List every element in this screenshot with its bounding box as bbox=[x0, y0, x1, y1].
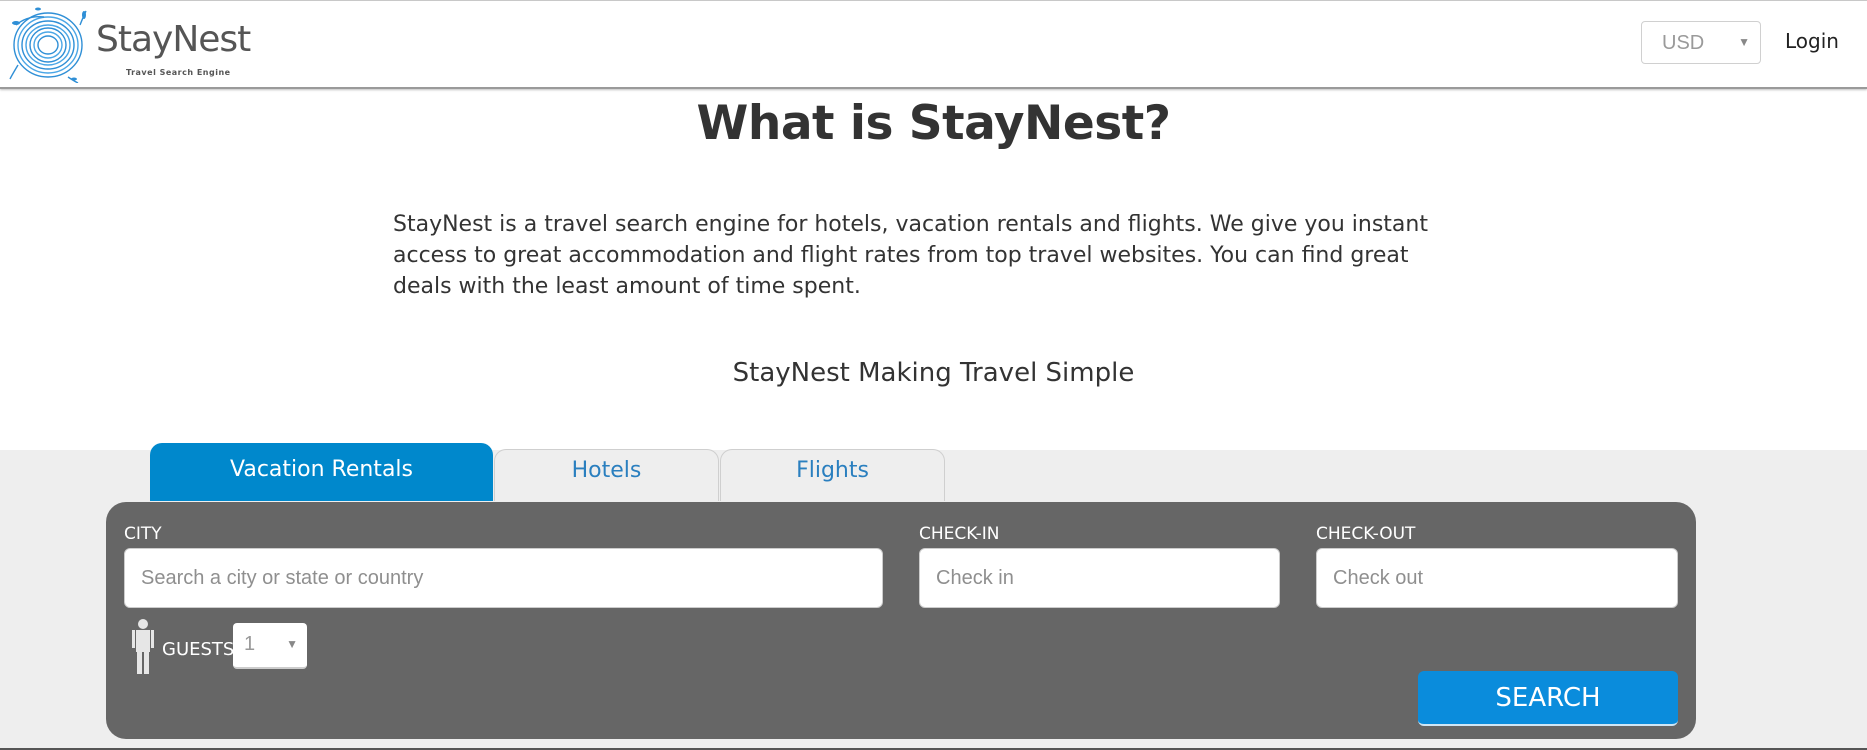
tab-flights[interactable]: Flights bbox=[720, 449, 945, 501]
city-input[interactable] bbox=[124, 548, 883, 608]
nest-logo-icon bbox=[9, 7, 87, 83]
guests-label: GUESTS bbox=[162, 639, 235, 660]
logo[interactable]: StayNest Travel Search Engine bbox=[8, 5, 258, 83]
login-link[interactable]: Login bbox=[1785, 29, 1839, 53]
tagline: StayNest Making Travel Simple bbox=[732, 358, 1135, 388]
currency-value: USD bbox=[1662, 32, 1705, 54]
chevron-down-icon: ▼ bbox=[286, 637, 298, 651]
person-icon bbox=[132, 619, 154, 674]
description: StayNest is a travel search engine for h… bbox=[393, 212, 1428, 299]
logo-tagline: Travel Search Engine bbox=[126, 68, 231, 77]
guests-value: 1 bbox=[244, 633, 256, 655]
checkin-label: CHECK-IN bbox=[919, 524, 1000, 544]
checkout-input[interactable] bbox=[1316, 548, 1678, 608]
checkin-input[interactable] bbox=[919, 548, 1280, 608]
currency-select[interactable]: USD ▼ bbox=[1641, 21, 1761, 64]
page-title: What is StayNest? bbox=[696, 96, 1171, 151]
tab-vacation-rentals[interactable]: Vacation Rentals bbox=[150, 443, 493, 501]
search-button[interactable]: SEARCH bbox=[1418, 671, 1678, 726]
logo-name: StayNest bbox=[96, 19, 251, 60]
city-label: CITY bbox=[124, 524, 162, 544]
checkout-label: CHECK-OUT bbox=[1316, 524, 1416, 544]
site-header: StayNest Travel Search Engine USD ▼ Logi… bbox=[0, 0, 1867, 89]
tab-hotels[interactable]: Hotels bbox=[494, 449, 719, 501]
guests-select[interactable]: 1 ▼ bbox=[233, 623, 307, 669]
chevron-down-icon: ▼ bbox=[1738, 35, 1750, 49]
